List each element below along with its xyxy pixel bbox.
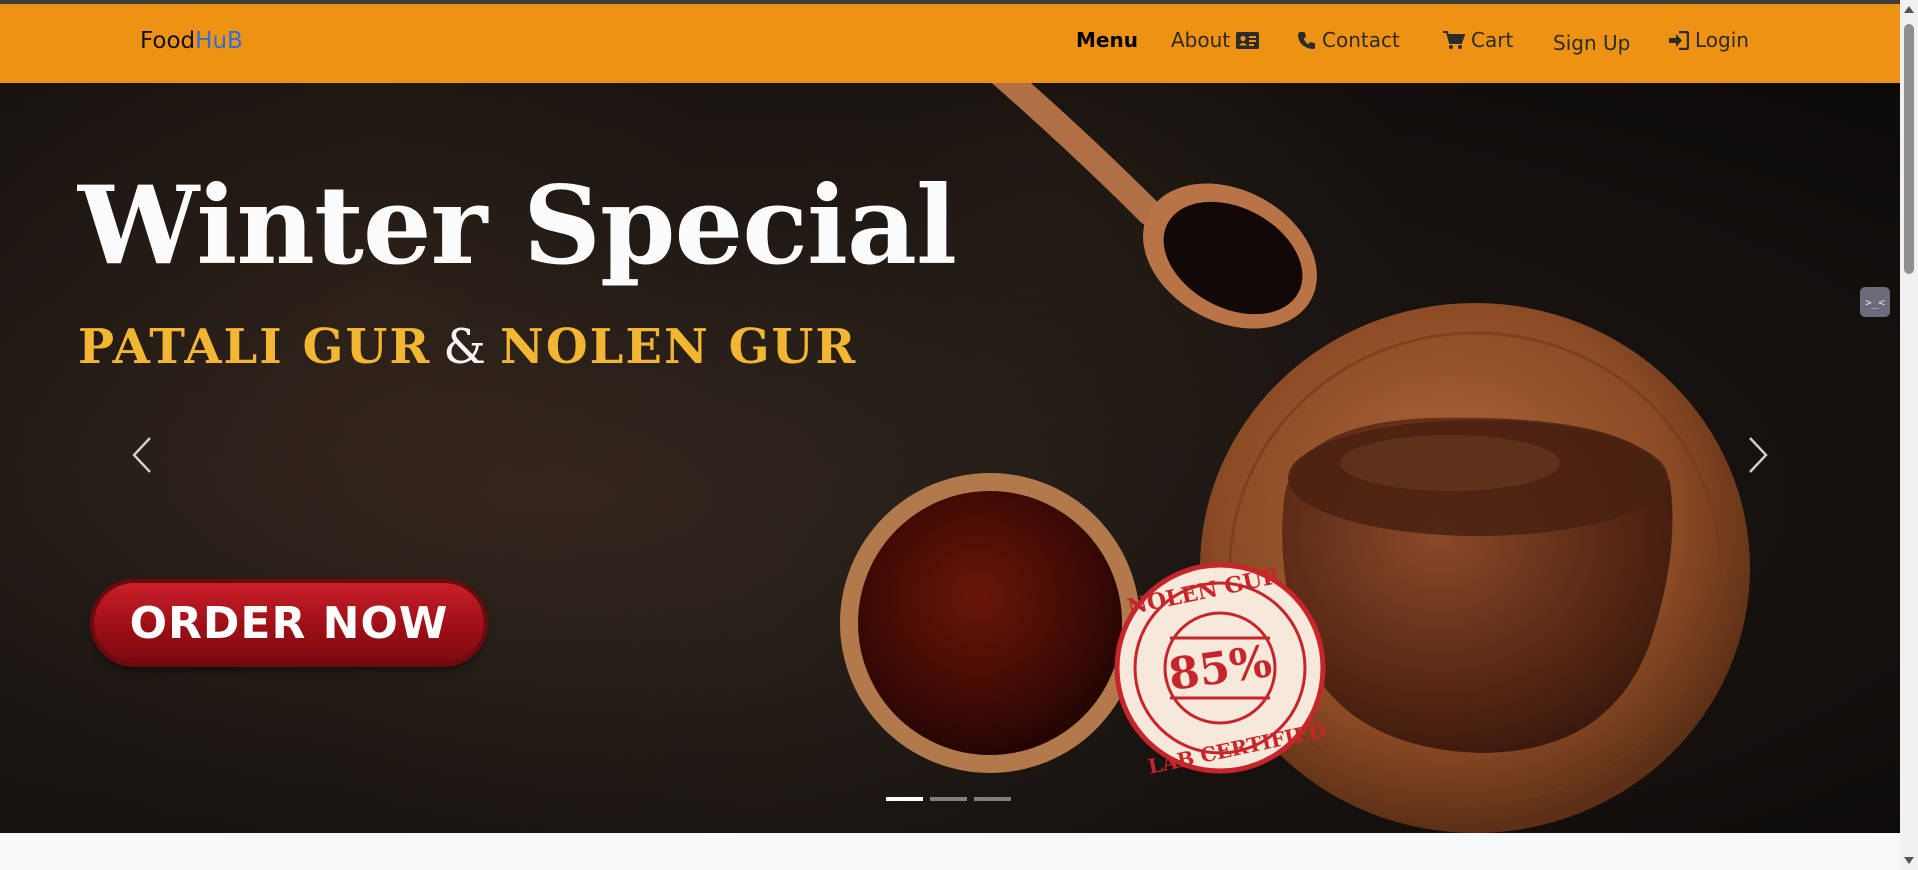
scroll-up-arrow-icon[interactable] [1904,6,1914,13]
scroll-down-arrow-icon[interactable] [1904,857,1914,864]
bowl-syrup [858,491,1122,755]
hero-carousel: NOLEN GUR 85% LAB CERTIFIED Winter Speci… [0,83,1900,833]
navbar: FoodHuB Menu About Contact Cart Sign Up … [0,4,1900,83]
nav-signup[interactable]: Sign Up [1553,31,1630,55]
hero-subtitle-nolen: NOLEN GUR [499,319,858,375]
carousel-indicator[interactable] [974,797,1011,801]
carousel-indicator[interactable] [886,797,923,801]
spoon-handle [991,83,1163,226]
hero-subtitle-amp: & [443,319,488,375]
cart-icon [1443,30,1465,50]
nav-contact[interactable]: Contact [1297,28,1400,52]
scroll-thumb[interactable] [1904,24,1914,274]
order-now-button[interactable]: ORDER NOW [94,583,484,663]
nav-menu-label: Menu [1076,28,1138,52]
nav-about[interactable]: About [1171,28,1260,52]
hero-subtitle-patali: PATALI GUR [78,319,432,375]
nav-contact-label: Contact [1322,28,1400,52]
hero-title: Winter Special [78,163,957,289]
nav-login[interactable]: Login [1668,28,1749,52]
nav-about-label: About [1171,28,1231,52]
brand-hub: HuB [195,28,243,54]
brand-food: Food [140,28,196,54]
hero-subtitle: PATALI GUR & NOLEN GUR [78,319,857,375]
chevron-right-icon [1749,437,1768,473]
nav-cart[interactable]: Cart [1443,28,1513,52]
nav-menu[interactable]: Menu [1076,28,1138,52]
brand-logo[interactable]: FoodHuB [140,28,243,54]
carousel-prev-button[interactable] [130,435,154,479]
chevron-left-icon [132,437,151,473]
page-scrollbar[interactable] [1900,0,1918,870]
carousel-indicator[interactable] [930,797,967,801]
nav-login-label: Login [1695,28,1749,52]
browser-extension-icon[interactable]: >_< [1860,287,1890,317]
carousel-indicators [886,797,1011,801]
carousel-next-button[interactable] [1746,435,1770,479]
nav-cart-label: Cart [1471,28,1514,52]
sign-in-icon [1668,30,1689,50]
id-card-icon [1236,31,1260,49]
nav-signup-label: Sign Up [1553,31,1631,55]
phone-icon [1297,31,1316,50]
